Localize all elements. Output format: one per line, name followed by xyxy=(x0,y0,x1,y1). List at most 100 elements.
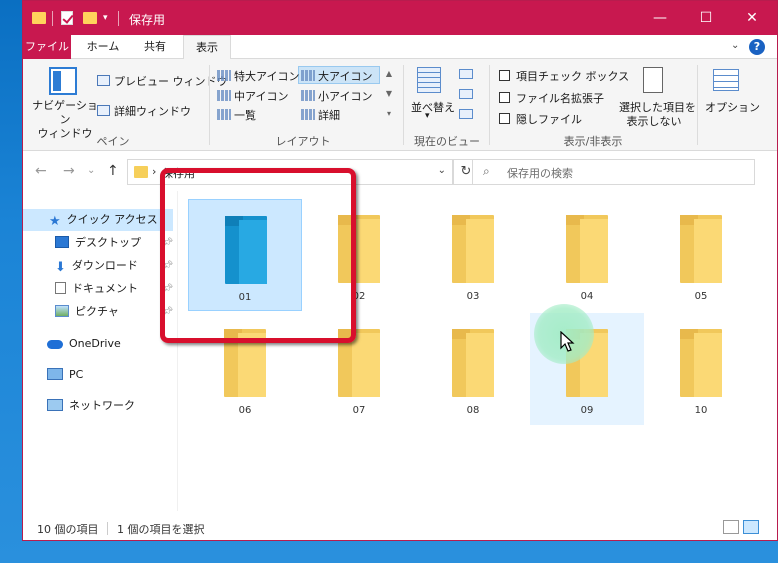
pane-group-label: ペイン xyxy=(96,135,130,148)
scroll-up-icon[interactable]: ▲ xyxy=(382,69,396,78)
hidden-files-toggle[interactable]: 隠しファイル xyxy=(499,111,582,127)
layout-list[interactable]: 一覧 xyxy=(217,107,256,123)
tab-share[interactable]: 共有 xyxy=(137,35,173,59)
sidebar-item-label: クイック アクセス xyxy=(66,213,158,226)
details-icon xyxy=(301,109,315,120)
divider xyxy=(403,65,404,145)
preview-pane-label: プレビュー ウィンドウ xyxy=(114,75,228,88)
cloud-icon xyxy=(47,340,63,349)
layout-group-label: レイアウト xyxy=(275,135,331,148)
back-button[interactable]: ← xyxy=(35,163,47,179)
expand-gallery-icon[interactable]: ▾ xyxy=(382,109,396,118)
sidebar-item-label: ネットワーク xyxy=(69,399,135,412)
layout-label: 特大アイコン xyxy=(234,70,300,83)
cursor-arrow-icon xyxy=(560,331,575,352)
search-input[interactable]: ⌕ 保存用の検索 xyxy=(472,159,755,185)
sidebar-item-label: ダウンロード xyxy=(71,259,138,272)
layout-label: 一覧 xyxy=(234,109,256,122)
up-button[interactable]: ↑ xyxy=(107,163,119,179)
annotation-highlight-box xyxy=(160,168,356,343)
group-by-icon[interactable] xyxy=(459,69,473,79)
folder-icon xyxy=(680,215,722,283)
details-pane-button[interactable]: 詳細ウィンドウ xyxy=(97,103,191,119)
chevron-down-icon[interactable]: ⌄ xyxy=(731,40,739,51)
checkbox-icon xyxy=(499,70,510,81)
divider xyxy=(209,65,210,145)
folder-item[interactable]: 04 xyxy=(530,199,644,311)
details-pane-label: 詳細ウィンドウ xyxy=(114,105,191,118)
chevron-right-icon[interactable]: › xyxy=(152,165,156,178)
new-folder-icon[interactable] xyxy=(83,12,97,24)
scroll-down-icon[interactable]: ▼ xyxy=(382,89,396,98)
sidebar-item-network[interactable]: ネットワーク xyxy=(23,395,135,417)
folder-name: 10 xyxy=(694,405,708,416)
file-extension-toggle[interactable]: ファイル名拡張子 xyxy=(499,90,604,106)
close-button[interactable]: ✕ xyxy=(729,1,775,35)
pc-icon xyxy=(47,368,63,380)
title-bar: ▾ 保存用 — ☐ ✕ xyxy=(23,1,777,35)
recent-locations-button[interactable]: ⌄ xyxy=(87,165,95,176)
layout-label: 中アイコン xyxy=(234,90,289,103)
status-bar: 10 個の項目 1 個の項目を選択 xyxy=(23,515,777,540)
customize-toolbar-icon[interactable]: ▾ xyxy=(103,13,108,23)
folder-icon xyxy=(452,329,494,397)
forward-button[interactable]: → xyxy=(63,163,75,179)
checkbox-icon xyxy=(499,92,510,103)
sidebar-item-label: PC xyxy=(69,368,84,381)
folder-item[interactable]: 08 xyxy=(416,313,530,425)
sidebar-item-pc[interactable]: PC xyxy=(23,364,83,386)
layout-small-icons[interactable]: 小アイコン xyxy=(301,88,372,104)
hide-selected-label-2: 表示しない xyxy=(626,115,682,128)
layout-details[interactable]: 詳細 xyxy=(301,107,340,123)
folder-item[interactable]: 03 xyxy=(416,199,530,311)
tab-file[interactable]: ファイル xyxy=(23,35,71,59)
sidebar-item-downloads[interactable]: ⬇ ダウンロード xyxy=(23,255,138,277)
large-icons-view-icon[interactable] xyxy=(743,520,759,534)
checkbox-icon xyxy=(499,113,510,124)
details-view-icon[interactable] xyxy=(723,520,739,534)
preview-pane-icon xyxy=(97,75,110,86)
sidebar-item-pictures[interactable]: ピクチャ xyxy=(23,301,119,323)
navigation-pane-icon xyxy=(49,67,77,95)
size-columns-icon[interactable] xyxy=(459,109,473,119)
help-icon[interactable]: ? xyxy=(749,39,765,55)
sidebar-item-documents[interactable]: ドキュメント xyxy=(23,278,138,300)
extra-large-icons-icon xyxy=(217,70,231,81)
star-icon: ★ xyxy=(49,214,61,229)
document-icon xyxy=(55,282,66,294)
explorer-window: ▾ 保存用 — ☐ ✕ ファイル ホーム 共有 表示 ⌄ ? ナビゲーション ウ… xyxy=(22,0,778,541)
properties-icon[interactable] xyxy=(61,11,73,25)
maximize-button[interactable]: ☐ xyxy=(683,1,729,35)
chevron-down-icon[interactable]: ⌄ xyxy=(438,165,446,176)
window-title: 保存用 xyxy=(129,13,166,27)
preview-pane-button[interactable]: プレビュー ウィンドウ xyxy=(97,73,228,89)
selection-count: 1 個の項目を選択 xyxy=(117,523,205,536)
divider xyxy=(107,522,108,535)
tab-home[interactable]: ホーム xyxy=(81,35,125,59)
sidebar-item-onedrive[interactable]: OneDrive xyxy=(23,333,121,355)
sidebar-item-quick-access[interactable]: ★ クイック アクセス xyxy=(23,209,173,231)
hide-selected-icon xyxy=(643,67,663,93)
details-pane-icon xyxy=(97,105,110,116)
minimize-button[interactable]: — xyxy=(637,1,683,35)
layout-large-icons[interactable]: 大アイコン xyxy=(301,68,372,84)
current-view-group-label: 現在のビュー xyxy=(414,135,480,148)
sidebar-item-desktop[interactable]: デスクトップ xyxy=(23,232,141,254)
checkbox-label: ファイル名拡張子 xyxy=(516,92,604,105)
tab-view[interactable]: 表示 xyxy=(183,35,231,60)
folder-icon[interactable] xyxy=(32,12,46,24)
navigation-bar: ← → ⌄ ↑ › 保存用 ⌄ ↻ ⌕ 保存用の検索 xyxy=(23,151,777,191)
folder-name: 08 xyxy=(466,405,480,416)
download-icon: ⬇ xyxy=(55,260,66,275)
folder-item[interactable]: 10 xyxy=(644,313,758,425)
divider xyxy=(118,11,119,26)
add-columns-icon[interactable] xyxy=(459,89,473,99)
layout-extra-large-icons[interactable]: 特大アイコン xyxy=(217,68,299,84)
navigation-pane: ★ クイック アクセス デスクトップ 📌︎ ⬇ ダウンロード 📌︎ ドキュメント 📌… xyxy=(23,191,177,511)
folder-name: 03 xyxy=(466,291,480,302)
layout-medium-icons[interactable]: 中アイコン xyxy=(217,88,288,104)
folder-item[interactable]: 05 xyxy=(644,199,758,311)
item-checkbox-toggle[interactable]: 項目チェック ボックス xyxy=(499,68,629,84)
list-icon xyxy=(217,109,231,120)
layout-label: 詳細 xyxy=(318,109,340,122)
